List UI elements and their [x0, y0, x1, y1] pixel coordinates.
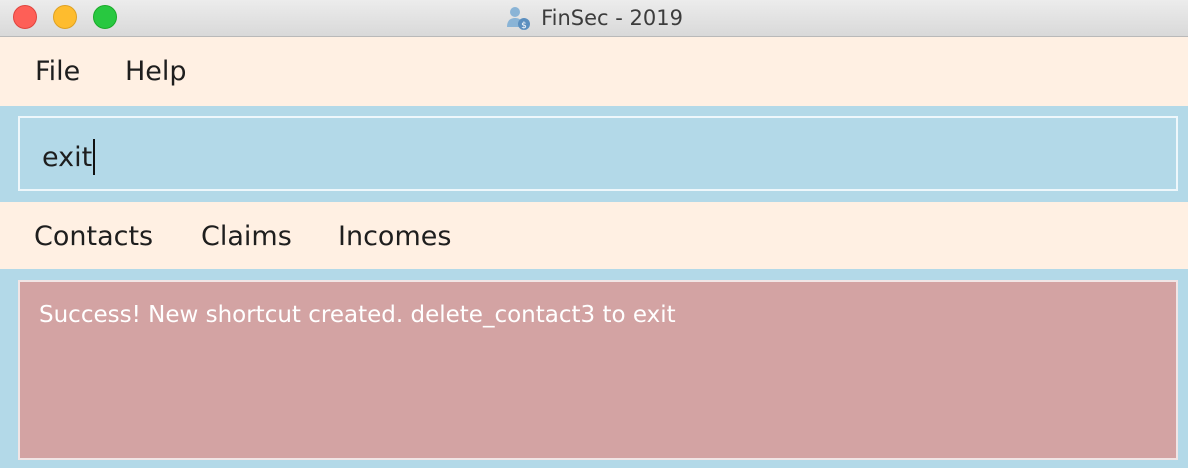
result-message: Success! New shortcut created. delete_co… [39, 302, 676, 328]
tab-contacts[interactable]: Contacts [34, 220, 153, 254]
menu-help[interactable]: Help [125, 55, 187, 89]
command-area: exit [0, 106, 1188, 202]
command-input-value: exit [42, 141, 93, 173]
tab-bar: Contacts Claims Incomes [0, 202, 1188, 269]
command-input[interactable]: exit [42, 137, 1142, 177]
window-title: FinSec - 2019 [541, 6, 683, 30]
menu-file[interactable]: File [35, 55, 80, 89]
command-box[interactable]: exit [18, 116, 1178, 191]
tab-claims[interactable]: Claims [201, 220, 292, 254]
svg-text:$: $ [521, 21, 527, 31]
tab-incomes[interactable]: Incomes [338, 220, 451, 254]
menu-bar: File Help [0, 37, 1188, 106]
users-coin-icon: $ [507, 7, 531, 31]
window-title-group: $ FinSec - 2019 [0, 0, 1188, 36]
result-display[interactable]: Success! New shortcut created. delete_co… [18, 280, 1178, 460]
window-titlebar: $ FinSec - 2019 [0, 0, 1188, 37]
text-caret [93, 139, 96, 175]
